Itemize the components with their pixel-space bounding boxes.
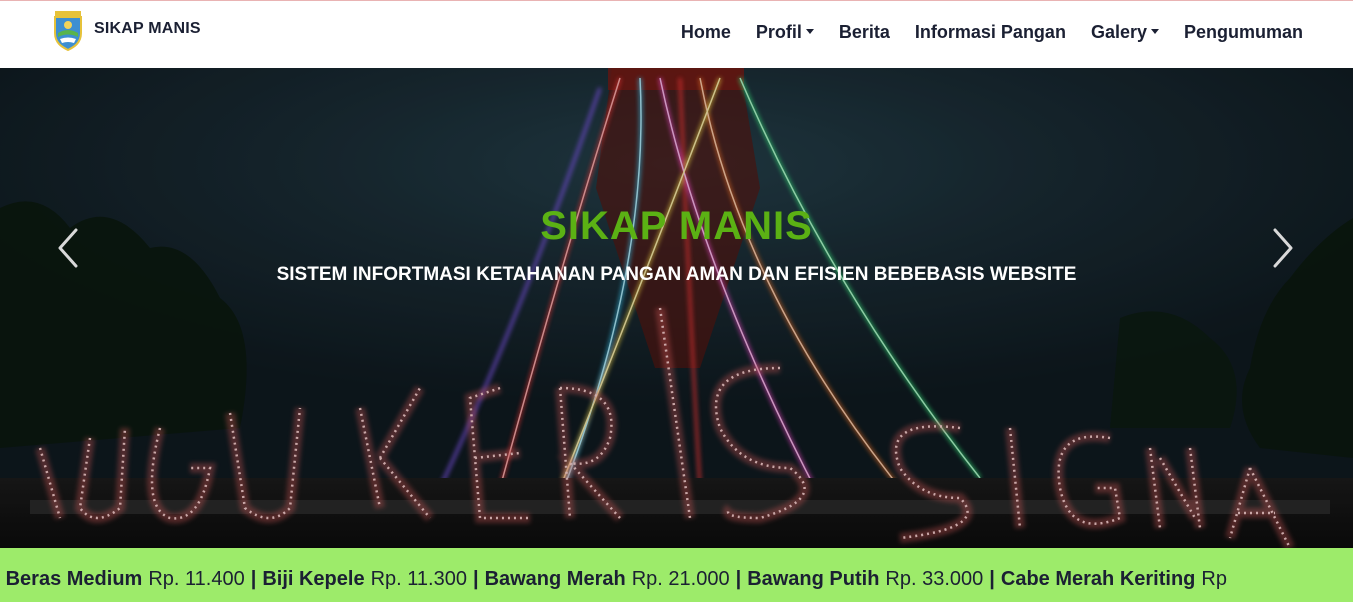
ticker-item-name: Bawang Merah (484, 568, 626, 590)
brand-name: SIKAP MANIS (94, 20, 201, 37)
ticker-separator: | (989, 568, 995, 590)
ticker-item-name: Cabe Merah Keriting (1000, 568, 1196, 590)
nav-home[interactable]: Home (681, 22, 731, 43)
carousel-next-button[interactable] (1261, 218, 1301, 278)
nav-pengumuman-label: Pengumuman (1183, 22, 1303, 42)
nav-galery[interactable]: Galery (1091, 22, 1159, 43)
ticker-item-name: Bawang Putih (747, 568, 880, 590)
price-ticker: | Beras Medium Rp. 11.400 | Biji Kepele … (0, 548, 1353, 602)
ticker-item-price: Rp. 33.000 (885, 568, 984, 590)
main-nav: Home Profil Berita Informasi Pangan Gale… (656, 22, 1303, 43)
ticker-item-price: Rp. 11.400 (148, 568, 245, 590)
nav-informasi-pangan-label: Informasi Pangan (914, 22, 1066, 42)
ticker-separator: | (472, 568, 479, 590)
hero-title: SIKAP MANIS (540, 204, 813, 248)
caret-down-icon (805, 29, 814, 34)
nav-galery-label: Galery (1090, 22, 1147, 42)
ticker-item-name: Biji Kepele (262, 568, 365, 590)
ticker-item-price: Rp. 11.300 (370, 568, 467, 590)
navbar: SIKAP MANIS Home Profil Berita Informasi… (0, 1, 1353, 68)
nav-profil-label: Profil (755, 22, 802, 42)
chevron-left-icon (58, 228, 78, 268)
nav-informasi-pangan[interactable]: Informasi Pangan (915, 22, 1066, 43)
ticker-separator: | (735, 568, 742, 590)
ticker-item-price: Rp (1201, 568, 1227, 590)
carousel-prev-button[interactable] (50, 218, 90, 278)
emblem-logo-icon (54, 11, 82, 51)
nav-pengumuman[interactable]: Pengumuman (1184, 22, 1303, 43)
ticker-item-name: Beras Medium (5, 568, 143, 590)
ticker-separator: | (250, 568, 257, 590)
nav-berita[interactable]: Berita (839, 22, 890, 43)
nav-profil[interactable]: Profil (756, 22, 814, 43)
hero-carousel: SIKAP MANIS SISTEM INFORTMASI KETAHANAN … (0, 68, 1353, 548)
brand[interactable]: SIKAP MANIS (52, 11, 201, 53)
chevron-right-icon (1273, 228, 1293, 268)
hero-subtitle: SISTEM INFORTMASI KETAHANAN PANGAN AMAN … (276, 264, 1077, 285)
ticker-item-price: Rp. 21.000 (631, 568, 730, 590)
caret-down-icon (1150, 29, 1159, 34)
hero-background-image (0, 68, 1353, 548)
ticker-track: | Beras Medium Rp. 11.400 | Biji Kepele … (0, 568, 1227, 591)
nav-home-label: Home (680, 22, 731, 42)
nav-berita-label: Berita (838, 22, 890, 42)
